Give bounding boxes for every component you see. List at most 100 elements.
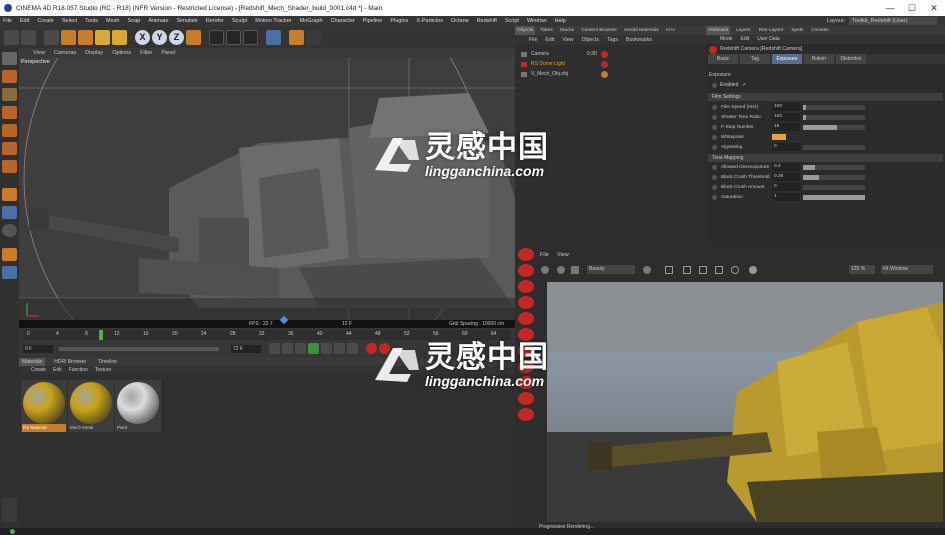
viewport-menu-options[interactable]: Options — [112, 50, 131, 56]
menu-item-edit[interactable]: Edit — [20, 18, 29, 24]
scale-icon[interactable] — [78, 29, 93, 45]
attribute-slider[interactable] — [803, 185, 865, 190]
attribute-menu-mode[interactable]: Mode — [720, 35, 733, 44]
redo-icon[interactable] — [21, 29, 36, 45]
tweak-mode-icon[interactable] — [2, 206, 17, 219]
keyframe-dot-icon[interactable] — [712, 115, 717, 120]
object-tab-takes[interactable]: Takes — [538, 26, 555, 35]
timeline-playhead[interactable] — [99, 330, 103, 340]
material-tab-timeline[interactable]: Timeline — [95, 358, 120, 366]
object-tab-content-browser[interactable]: Content Browser — [579, 26, 619, 35]
attribute-tab-layers[interactable]: Layers — [734, 26, 752, 35]
keyframe-dot-icon[interactable] — [712, 125, 717, 130]
close-button[interactable]: ✕ — [923, 0, 945, 16]
axis-mode-icon[interactable] — [2, 188, 17, 201]
subtab-bokeh[interactable]: Bokeh — [804, 54, 834, 64]
object-menu-view[interactable]: View — [562, 35, 573, 45]
light-object-icon[interactable] — [518, 248, 534, 261]
render-view-menu-view[interactable]: View — [557, 251, 569, 260]
attribute-value-field[interactable]: 0.2 — [772, 163, 800, 171]
light-object-icon[interactable] — [518, 392, 534, 405]
attribute-slider[interactable] — [803, 145, 865, 150]
material-menu-create[interactable]: Create — [31, 366, 46, 374]
spline-pen-icon[interactable] — [289, 29, 304, 45]
crop-icon[interactable] — [665, 266, 673, 274]
material-swatch[interactable]: Paint — [115, 380, 161, 432]
rotate-icon[interactable] — [95, 29, 110, 45]
object-menu-bookmarks[interactable]: Bookmarks — [626, 35, 652, 45]
object-row[interactable]: Camera 0:30 — [515, 50, 706, 59]
film-settings-section[interactable]: Film Settings — [708, 93, 943, 101]
z-axis-icon[interactable]: Z — [169, 29, 184, 45]
menu-item-snap[interactable]: Snap — [127, 18, 140, 24]
previous-key-icon[interactable] — [282, 343, 293, 354]
keyframe-dot-icon[interactable] — [712, 175, 717, 180]
menu-item-motion-tracker[interactable]: Motion Tracker — [255, 18, 291, 24]
go-to-end-icon[interactable] — [347, 343, 358, 354]
snapshot-icon[interactable] — [643, 266, 651, 274]
attribute-slider[interactable] — [803, 165, 865, 170]
go-to-start-icon[interactable] — [269, 343, 280, 354]
rendered-image[interactable] — [547, 282, 943, 522]
viewport-menu-display[interactable]: Display — [85, 50, 103, 56]
menu-item-sculpt[interactable]: Sculpt — [232, 18, 247, 24]
coordinate-system-icon[interactable] — [186, 29, 201, 45]
maximize-button[interactable]: ☐ — [901, 0, 923, 16]
polygons-mode-icon[interactable] — [2, 160, 17, 173]
attribute-value-field[interactable]: 0.25 — [772, 173, 800, 181]
move-icon[interactable] — [61, 29, 76, 45]
zoom-field[interactable]: 125 % — [849, 265, 875, 274]
points-mode-icon[interactable] — [2, 124, 17, 137]
timeline-ruler[interactable]: 0 4 8 12 16 20 24 28 32 36 40 44 48 52 56 60 64 — [23, 330, 511, 340]
object-tab-ai-h[interactable]: Ai H — [664, 26, 677, 35]
attribute-menu-user-data[interactable]: User Data — [757, 35, 780, 44]
attribute-value-field[interactable]: 16 — [772, 123, 800, 131]
light-object-icon[interactable] — [518, 280, 534, 293]
attribute-tab-console[interactable]: Console — [809, 26, 831, 35]
render-view-menu-file[interactable]: File — [540, 251, 549, 260]
circle-tool-icon[interactable] — [731, 266, 739, 274]
tone-mapping-section[interactable]: Tone Mapping — [708, 154, 943, 162]
range-slider[interactable] — [59, 347, 219, 351]
x-axis-icon[interactable]: X — [135, 29, 150, 45]
render-picture-viewer-icon[interactable] — [226, 29, 241, 45]
play-icon[interactable] — [308, 343, 319, 354]
attribute-slider[interactable] — [803, 105, 865, 110]
make-editable-icon[interactable] — [2, 52, 17, 65]
minimize-button[interactable]: — — [879, 0, 901, 16]
model-mode-icon[interactable] — [2, 70, 17, 83]
layout-dropdown[interactable]: Toolkit_Redshift (User) — [849, 17, 937, 25]
menu-item-simulate[interactable]: Simulate — [177, 18, 198, 24]
attribute-value-field[interactable]: 1 — [772, 193, 800, 201]
save-image-icon[interactable] — [571, 266, 579, 274]
keyframe-dot-icon[interactable] — [712, 135, 717, 140]
menu-item-octane[interactable]: Octane — [451, 18, 469, 24]
subtab-exposure[interactable]: Exposure — [772, 54, 802, 64]
region-icon[interactable] — [683, 266, 691, 274]
fit-window-dropdown[interactable]: Fit Window — [881, 265, 933, 274]
viewport-menu-filter[interactable]: Filter — [140, 50, 152, 56]
aov-dropdown[interactable]: Beauty — [587, 265, 635, 274]
attribute-tab-xpols[interactable]: Xpols — [789, 26, 805, 35]
workplane-mode-icon[interactable] — [2, 106, 17, 119]
material-tab-materials[interactable]: Materials — [19, 358, 46, 366]
undo-icon[interactable] — [4, 29, 19, 45]
keyframe-dot-icon[interactable] — [712, 145, 717, 150]
light-object-icon[interactable] — [518, 408, 534, 421]
attribute-slider[interactable] — [803, 125, 865, 130]
menu-item-mesh[interactable]: Mesh — [106, 18, 119, 24]
end-frame-field[interactable]: 72 F — [231, 345, 261, 353]
attribute-slider[interactable] — [803, 115, 865, 120]
keyframe-dot-icon[interactable] — [712, 185, 717, 190]
material-menu-edit[interactable]: Edit — [53, 366, 62, 374]
redshift-tool-icon[interactable] — [2, 266, 17, 279]
recent-tool-icon[interactable] — [112, 29, 127, 45]
light-object-icon[interactable] — [518, 312, 534, 325]
render-settings-icon[interactable] — [243, 29, 258, 45]
object-tab-objects[interactable]: Objects — [515, 26, 536, 35]
keyframe-dot-icon[interactable] — [712, 195, 717, 200]
fit-icon[interactable] — [715, 266, 723, 274]
render-view-icon[interactable] — [209, 29, 224, 45]
sculpt-icon[interactable] — [2, 248, 17, 261]
object-menu-objects[interactable]: Objects — [581, 35, 599, 45]
